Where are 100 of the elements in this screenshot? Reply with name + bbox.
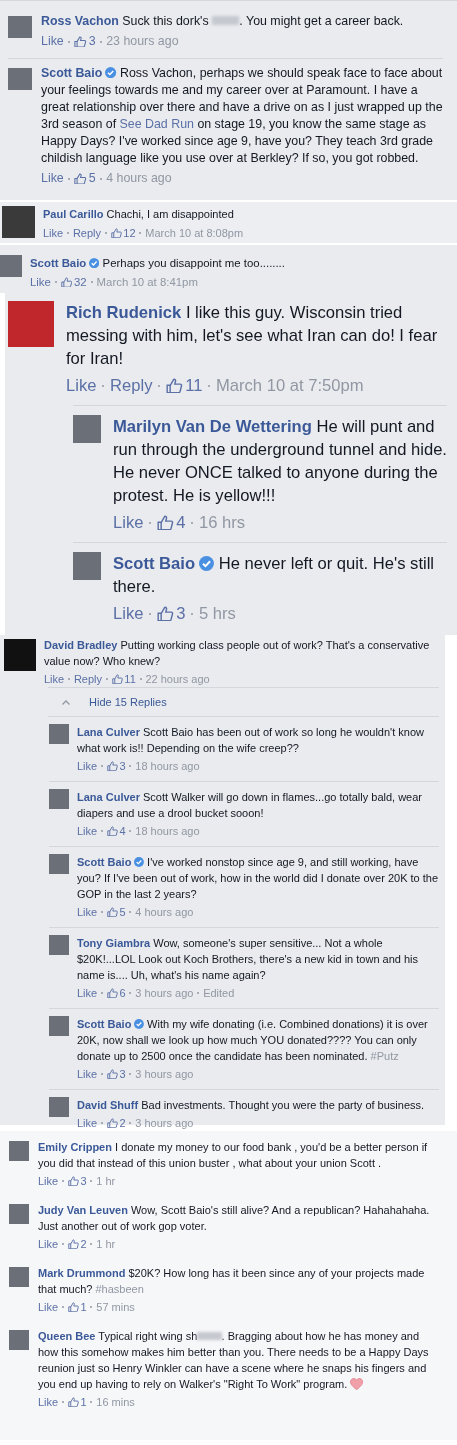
- hashtag-link[interactable]: #Putz: [370, 1050, 399, 1062]
- timestamp[interactable]: 16 hrs: [198, 511, 246, 534]
- like-link[interactable]: Like: [38, 1173, 59, 1189]
- edited-label[interactable]: Edited: [203, 985, 235, 1001]
- timestamp[interactable]: March 10 at 8:08pm: [145, 225, 244, 241]
- like-link[interactable]: Like: [41, 170, 64, 187]
- avatar-photo[interactable]: [9, 1267, 29, 1287]
- timestamp[interactable]: March 10 at 7:50pm: [216, 374, 364, 397]
- avatar-photo[interactable]: [73, 415, 101, 443]
- author-link[interactable]: Queen Bee: [38, 1330, 96, 1342]
- reply-link[interactable]: Reply: [72, 225, 101, 241]
- reply-link[interactable]: Reply: [110, 374, 153, 397]
- like-count: 32: [73, 275, 87, 290]
- timestamp[interactable]: 16 mins: [96, 1394, 135, 1410]
- comment-text: Scott Baio With my wife donating (i.e. Combined donations) it is over 20K, now shall we look up how much YOU donated???? You can only donate up to 2500 once the candidate has been nominated. #Putz: [77, 1017, 429, 1064]
- page-link[interactable]: See Dad Run: [119, 117, 194, 131]
- timestamp[interactable]: 3 hours ago: [135, 1066, 194, 1082]
- timestamp[interactable]: 1 hr: [96, 1236, 116, 1252]
- like-link[interactable]: Like: [43, 225, 64, 241]
- hide-replies-link[interactable]: Hide 15 Replies: [89, 694, 167, 710]
- author-link[interactable]: Ross Vachon: [41, 14, 119, 28]
- author-link[interactable]: Scott Baio: [41, 66, 103, 80]
- like-link[interactable]: Like: [113, 602, 144, 625]
- like-link[interactable]: Like: [77, 1066, 98, 1082]
- author-link[interactable]: David Shuff: [77, 1099, 139, 1111]
- like-link[interactable]: Like: [44, 671, 65, 687]
- author-link[interactable]: Emily Crippen: [38, 1141, 112, 1153]
- like-link[interactable]: Like: [77, 1115, 98, 1131]
- like-count: 2: [80, 1237, 87, 1252]
- like-link[interactable]: Like: [38, 1394, 59, 1410]
- avatar-photo[interactable]: [8, 68, 32, 90]
- avatar-photo[interactable]: [9, 1204, 29, 1224]
- like-link[interactable]: Like: [113, 511, 144, 534]
- thumbs-up-icon: [67, 1175, 79, 1187]
- like-count: 11: [124, 672, 136, 687]
- avatar-photo[interactable]: [49, 1097, 69, 1117]
- author-link[interactable]: Tony Giambra: [77, 937, 151, 949]
- author-link[interactable]: Scott Baio: [77, 1018, 132, 1030]
- author-link[interactable]: Scott Baio: [30, 257, 87, 269]
- timestamp[interactable]: 4 hours ago: [106, 170, 172, 187]
- author-link[interactable]: Rich Rudenick: [66, 303, 182, 322]
- author-link[interactable]: Judy Van Leuven: [38, 1204, 128, 1216]
- timestamp[interactable]: 3 hours ago: [135, 1115, 194, 1131]
- like-count: 4: [176, 512, 186, 534]
- avatar-photo[interactable]: [49, 854, 69, 874]
- censored-blur: [197, 1331, 222, 1340]
- like-link[interactable]: Like: [30, 274, 51, 290]
- timestamp[interactable]: 22 hours ago: [145, 671, 210, 687]
- thumbs-up-icon: [74, 35, 87, 48]
- avatar-photo[interactable]: [73, 552, 101, 580]
- like-link[interactable]: Like: [77, 904, 98, 920]
- hashtag-link[interactable]: #hasbeen: [95, 1283, 144, 1295]
- author-link[interactable]: Lana Culver: [77, 726, 140, 738]
- thumbs-up-icon: [166, 377, 183, 394]
- avatar-photo[interactable]: [9, 1141, 29, 1161]
- like-count: 1: [80, 1300, 87, 1315]
- timestamp[interactable]: 5 hrs: [198, 602, 236, 625]
- avatar-photo[interactable]: [0, 255, 22, 277]
- avatar-photo[interactable]: [2, 206, 35, 238]
- like-link[interactable]: Like: [66, 374, 97, 397]
- timestamp[interactable]: March 10 at 8:41pm: [96, 274, 198, 290]
- author-link[interactable]: Mark Drummond: [38, 1267, 126, 1279]
- timestamp[interactable]: 1 hr: [96, 1173, 116, 1189]
- avatar-photo[interactable]: [8, 16, 32, 38]
- timestamp[interactable]: 57 mins: [96, 1299, 135, 1315]
- reply-link[interactable]: Reply: [73, 671, 102, 687]
- avatar-photo[interactable]: [9, 1330, 29, 1350]
- like-link[interactable]: Like: [41, 33, 64, 50]
- thumbs-up-icon: [111, 673, 123, 685]
- comment-text: Scott Baio Ross Vachon, perhaps we should speak face to face about your feelings towards me and my career over at Paramount. I have a great relationship over there and have a drive on as I just wrapped up the 3rd season of See Dad Run on stage 19, you know the same stage as Happy Days? I've worked since age 9, have you? They teach 3rd grade childish language like you use over at Berkley? If so, you got robbed.: [41, 65, 443, 167]
- timestamp[interactable]: 18 hours ago: [135, 758, 200, 774]
- author-link[interactable]: David Bradley: [44, 639, 118, 651]
- author-link[interactable]: Scott Baio: [77, 856, 132, 868]
- like-link[interactable]: Like: [77, 985, 98, 1001]
- avatar-photo[interactable]: [49, 789, 69, 809]
- comment-text: Rich Rudenick I like this guy. Wisconsin tried messing with him, let's see what Iran can do! I fear for Iran!: [66, 302, 439, 370]
- like-count: 11: [185, 375, 203, 397]
- comment-text: David Shuff Bad investments. Thought you were the party of business.: [77, 1098, 426, 1113]
- like-link[interactable]: Like: [38, 1299, 59, 1315]
- avatar-photo[interactable]: [4, 639, 36, 671]
- timestamp[interactable]: 23 hours ago: [106, 33, 179, 50]
- like-count: 2: [119, 1116, 126, 1131]
- author-link[interactable]: Marilyn Van De Wettering: [113, 417, 312, 436]
- timestamp[interactable]: 3 hours ago: [135, 985, 194, 1001]
- like-count: 5: [88, 170, 96, 187]
- avatar-photo[interactable]: [49, 724, 69, 744]
- timestamp[interactable]: 4 hours ago: [135, 904, 194, 920]
- thumbs-up-icon: [106, 987, 118, 999]
- like-link[interactable]: Like: [38, 1236, 59, 1252]
- avatar-photo[interactable]: [49, 935, 69, 955]
- thumbs-up-icon: [67, 1396, 79, 1408]
- like-link[interactable]: Like: [77, 823, 98, 839]
- author-link[interactable]: Paul Carillo: [43, 208, 104, 220]
- author-link[interactable]: Lana Culver: [77, 791, 140, 803]
- like-link[interactable]: Like: [77, 758, 98, 774]
- avatar-photo[interactable]: [8, 301, 54, 347]
- avatar-photo[interactable]: [49, 1016, 69, 1036]
- timestamp[interactable]: 18 hours ago: [135, 823, 200, 839]
- author-link[interactable]: Scott Baio: [113, 554, 196, 573]
- like-count: 5: [119, 905, 126, 920]
